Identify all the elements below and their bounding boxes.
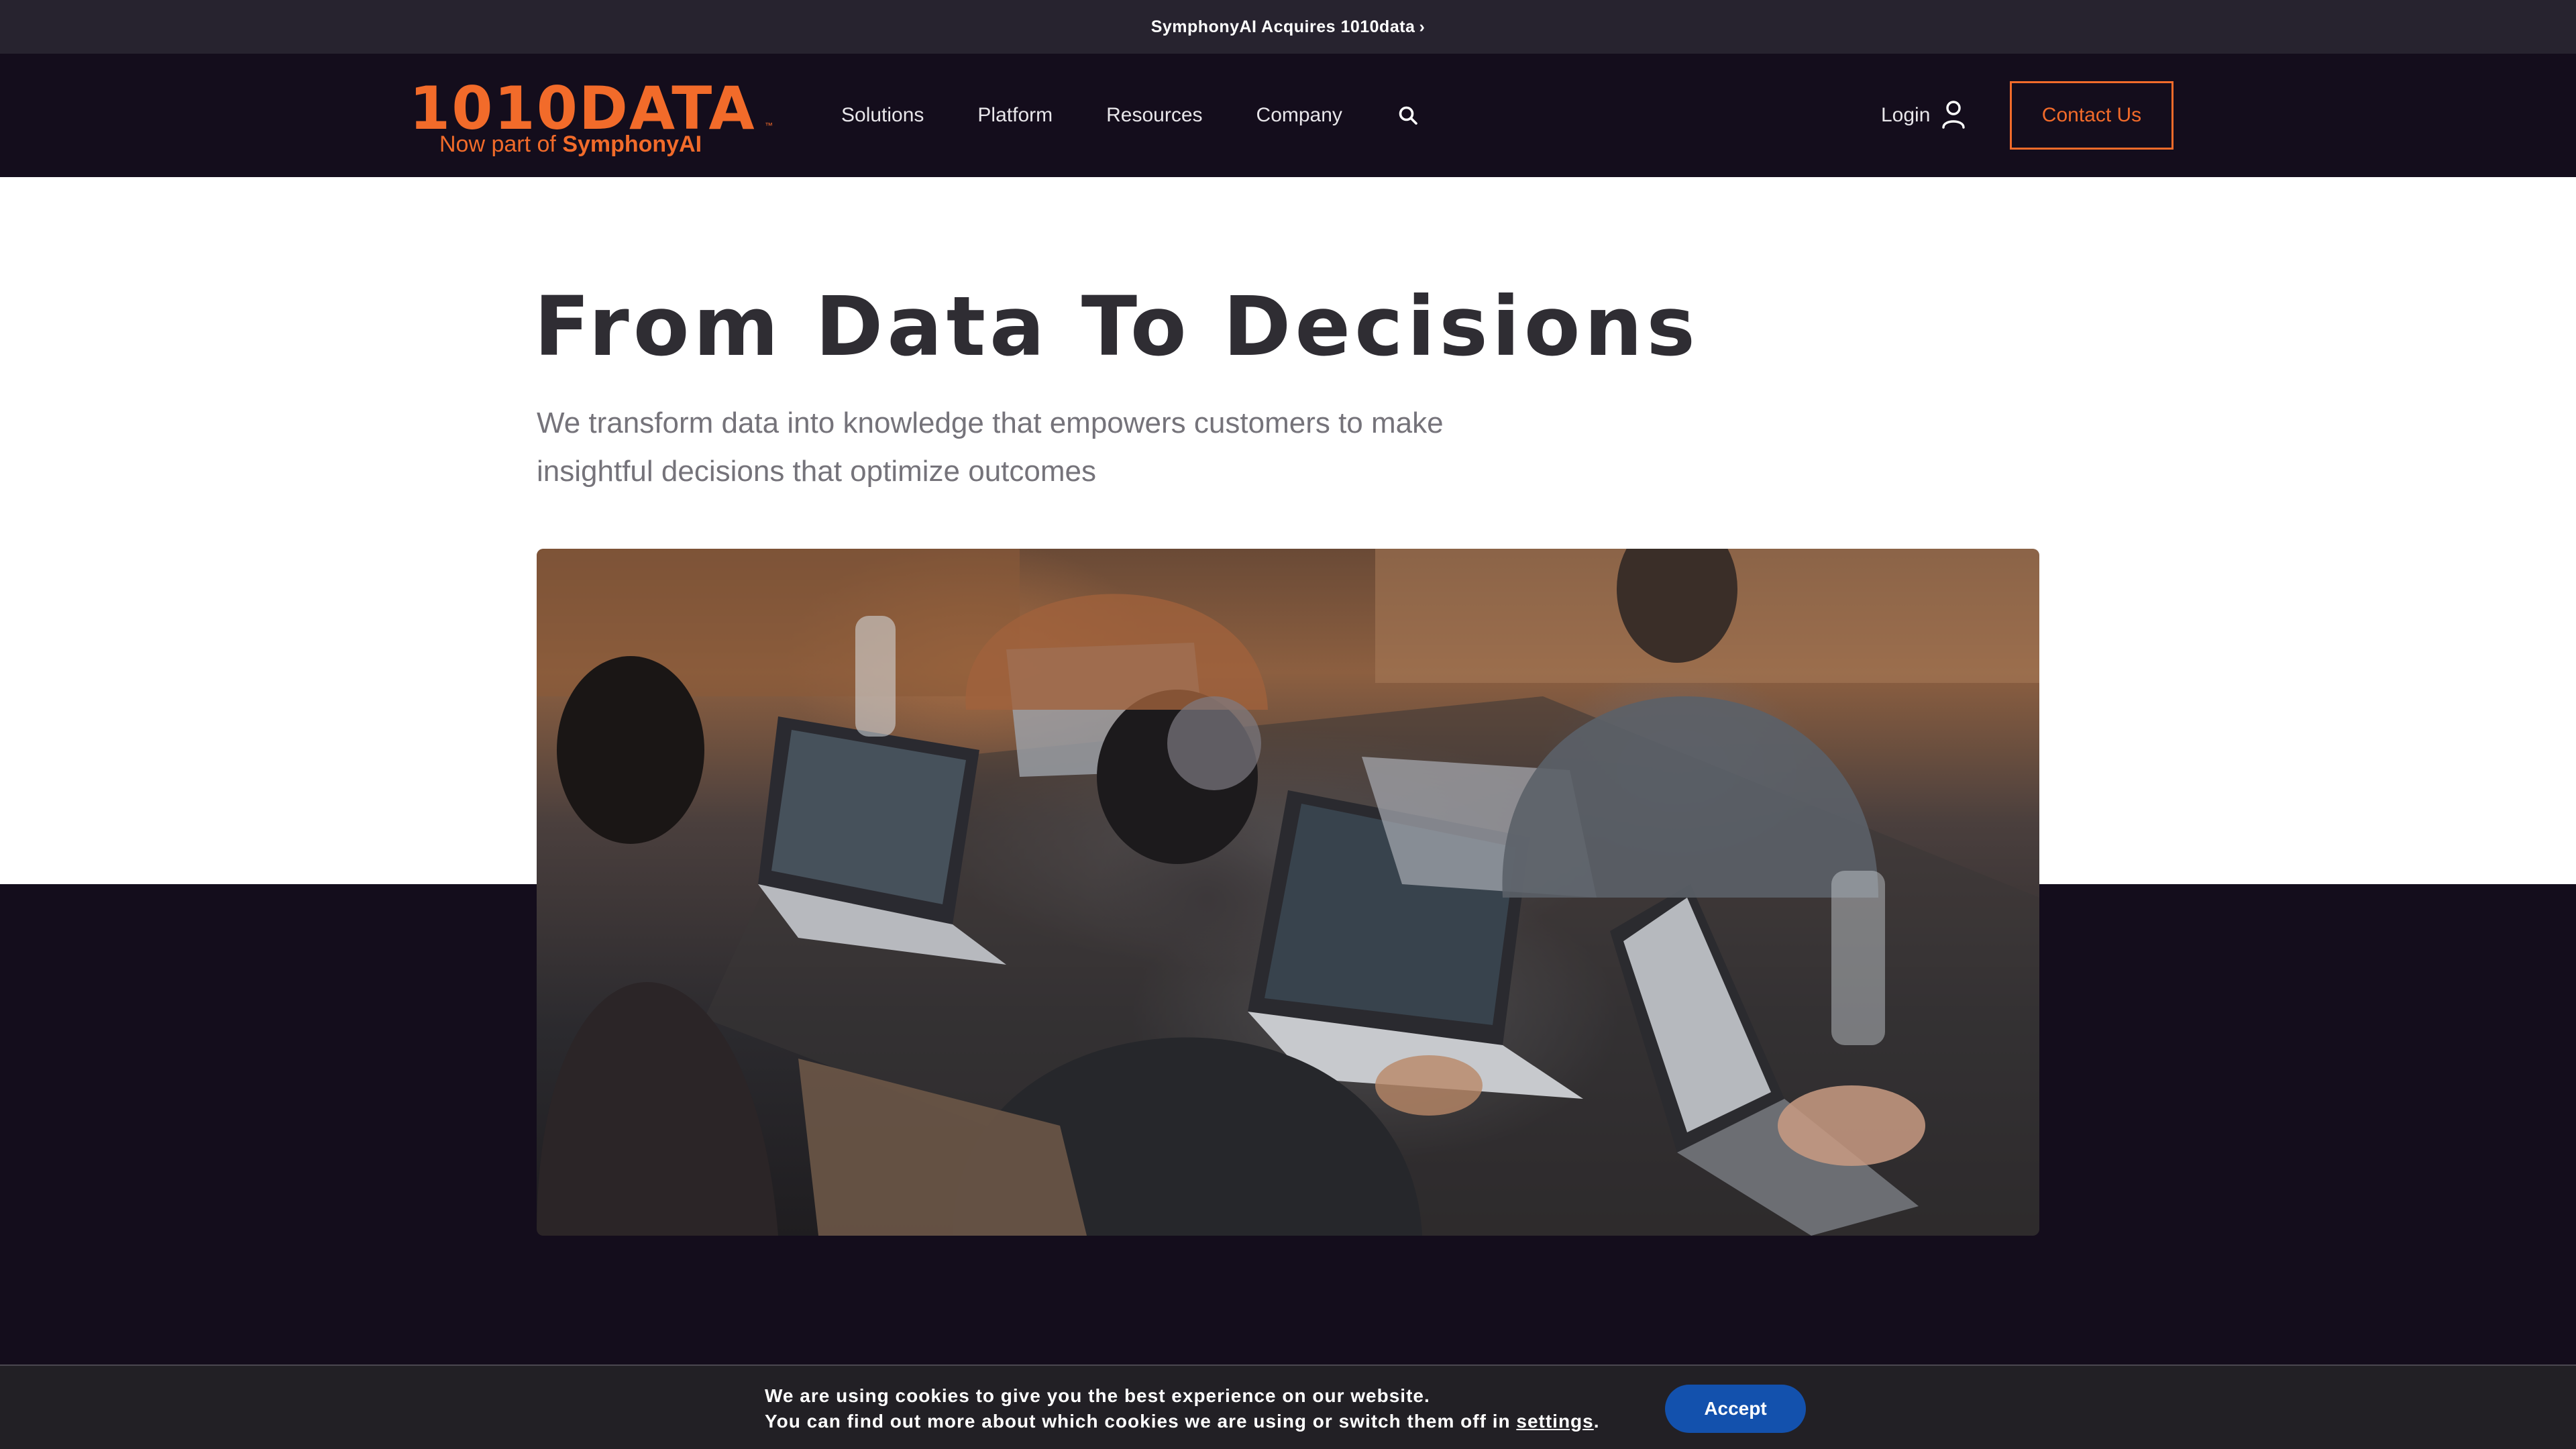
hero-title: From Data To Decisions: [534, 279, 1700, 374]
cookie-line-2: You can find out more about which cookie…: [765, 1411, 1600, 1432]
hero-photo-team-working-on-laptops: [537, 549, 2039, 1236]
announcement-text: SymphonyAI Acquires 1010data: [1150, 17, 1415, 36]
logo[interactable]: 1010DATA ™ Now part of SymphonyAI: [409, 74, 773, 160]
cookie-banner: We are using cookies to give you the bes…: [0, 1364, 2576, 1449]
cookie-settings-link[interactable]: settings: [1516, 1411, 1593, 1432]
announcement-link[interactable]: SymphonyAI Acquires 1010data ›: [1151, 17, 1426, 37]
nav-item-solutions[interactable]: Solutions: [841, 104, 924, 127]
main-nav: Solutions Platform Resources Company: [841, 54, 1420, 177]
page: SymphonyAI Acquires 1010data › 1010DATA …: [0, 0, 2576, 1449]
nav-item-company[interactable]: Company: [1256, 104, 1342, 127]
chevron-right-icon: ›: [1419, 17, 1426, 36]
cookie-line-1: We are using cookies to give you the bes…: [765, 1385, 1430, 1406]
login-link[interactable]: Login: [1881, 54, 1966, 177]
hero-subtitle: We transform data into knowledge that em…: [537, 407, 1444, 488]
search-icon[interactable]: [1396, 103, 1420, 127]
logo-tagline: Now part of SymphonyAI: [439, 131, 702, 157]
logo-trademark: ™: [765, 121, 773, 130]
cookie-message: We are using cookies to give you the bes…: [765, 1383, 1600, 1434]
announcement-bar: SymphonyAI Acquires 1010data ›: [0, 0, 2576, 54]
nav-item-resources[interactable]: Resources: [1106, 104, 1202, 127]
contact-us-button[interactable]: Contact Us: [2010, 81, 2174, 150]
site-header: 1010DATA ™ Now part of SymphonyAI Soluti…: [0, 54, 2576, 177]
accept-cookies-button[interactable]: Accept: [1665, 1385, 1806, 1433]
user-icon: [1941, 99, 1966, 132]
logo-wordmark: 1010DATA: [409, 74, 756, 143]
nav-item-platform[interactable]: Platform: [977, 104, 1053, 127]
login-label: Login: [1881, 104, 1931, 126]
